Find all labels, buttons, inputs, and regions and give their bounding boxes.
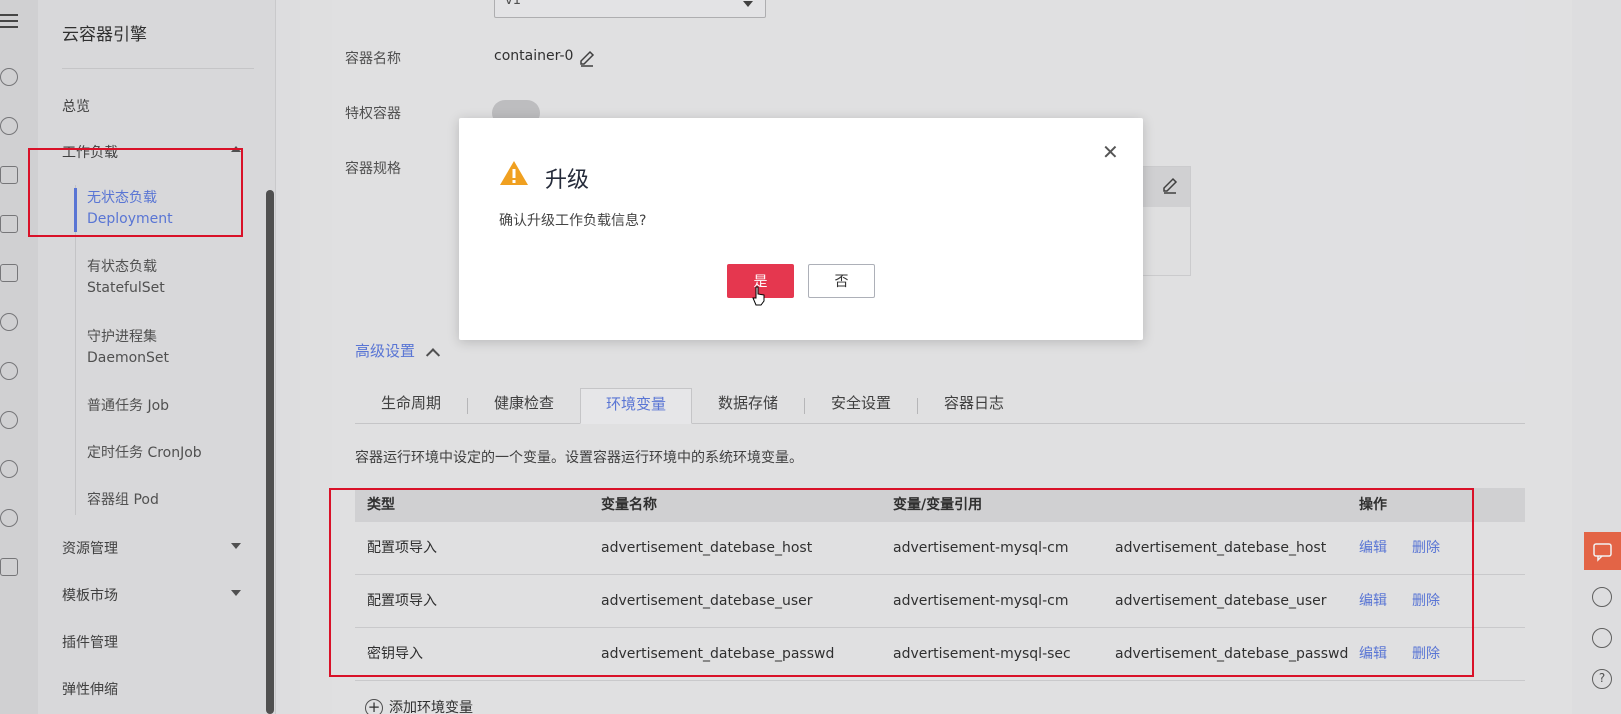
modal-overlay <box>0 0 1621 714</box>
close-icon[interactable]: ✕ <box>1102 140 1119 164</box>
dialog-message: 确认升级工作负载信息? <box>499 213 647 229</box>
confirm-no-button[interactable]: 否 <box>808 264 875 298</box>
dialog-title: 升级 <box>545 168 590 193</box>
upgrade-dialog: 升级 ✕ 确认升级工作负载信息? 是 否 <box>459 118 1143 340</box>
hand-cursor-icon <box>752 286 766 306</box>
warning-icon <box>499 160 529 186</box>
